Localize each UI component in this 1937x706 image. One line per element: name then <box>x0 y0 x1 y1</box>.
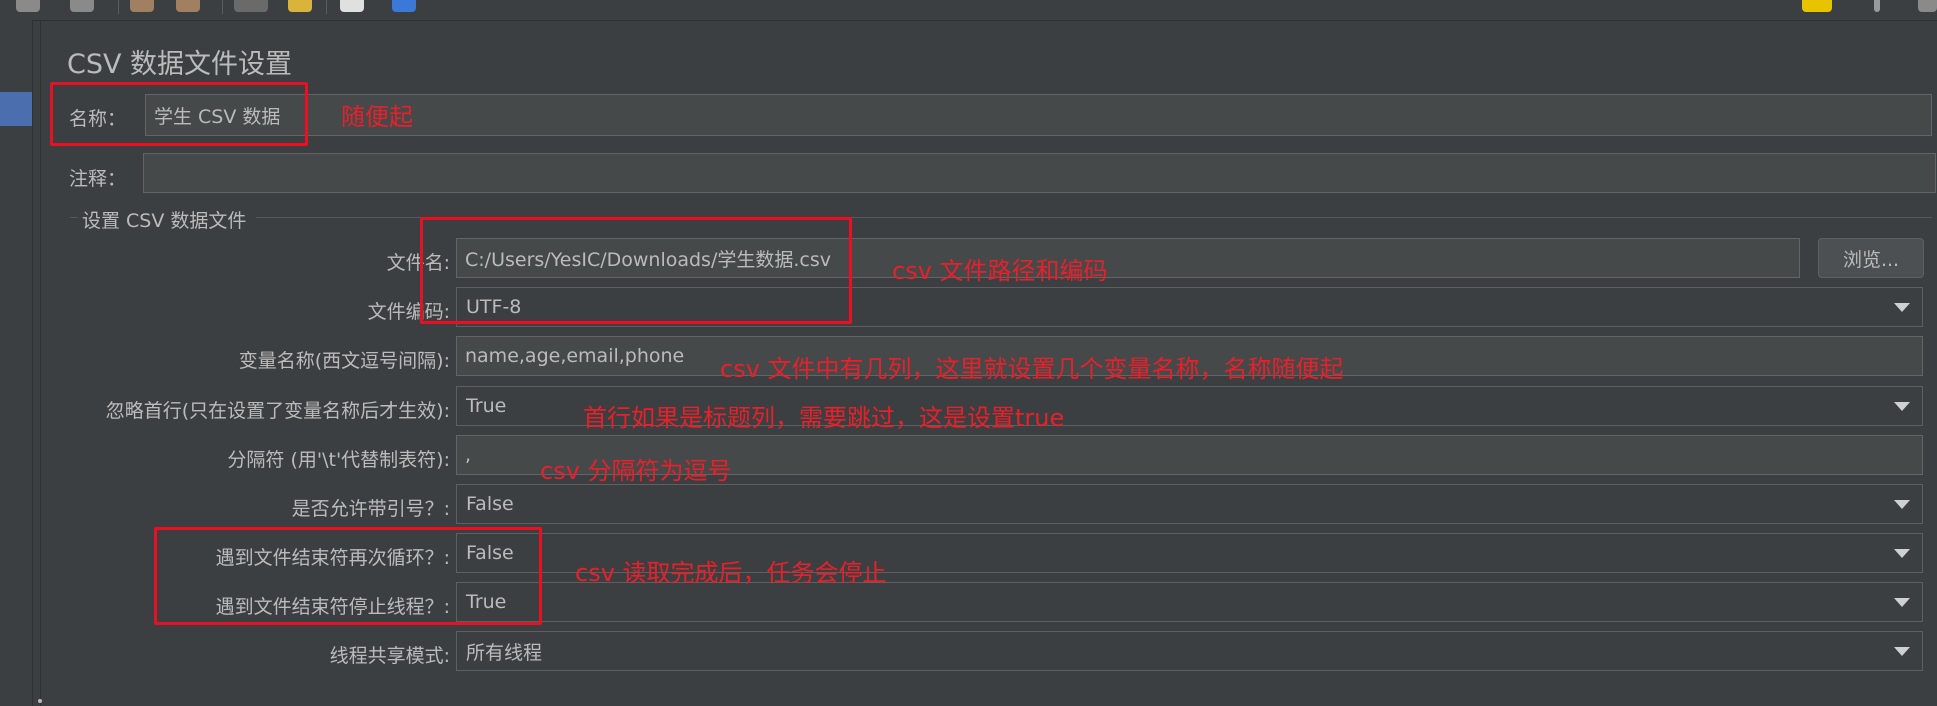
allow-quoted-label: 是否允许带引号？: <box>291 498 450 520</box>
toolbar-separator <box>222 0 223 14</box>
group-title: 设置 CSV 数据文件 <box>82 210 247 232</box>
chevron-down-icon[interactable] <box>1894 500 1910 509</box>
allow-quoted-combo[interactable]: False <box>456 484 1923 524</box>
stop-thread-on-eof-combo[interactable]: True <box>456 582 1923 622</box>
filename-label: 文件名: <box>386 252 450 274</box>
warning-icon[interactable] <box>1802 0 1832 12</box>
resize-handle[interactable] <box>38 699 42 703</box>
annotation-ignore-note: 首行如果是标题列，需要跳过，这是设置true <box>583 404 1065 432</box>
annotation-name-note: 随便起 <box>341 103 413 131</box>
search-icon[interactable] <box>234 0 268 12</box>
annotation-box-eof <box>154 527 542 625</box>
clear-icon[interactable] <box>130 0 154 12</box>
variable-names-label: 变量名称(西文逗号间隔): <box>238 350 450 372</box>
annotation-box-name <box>50 82 308 146</box>
selected-tree-node[interactable] <box>0 92 32 126</box>
error-count-icon <box>1874 0 1880 12</box>
ignore-first-line-value: True <box>466 395 507 417</box>
chevron-down-icon[interactable] <box>1894 402 1910 411</box>
annotation-delimiter-note: csv 分隔符为逗号 <box>540 457 732 485</box>
chevron-down-icon[interactable] <box>1894 549 1910 558</box>
clear-all-icon[interactable] <box>176 0 200 12</box>
ignore-first-line-label: 忽略首行(只在设置了变量名称后才生效): <box>105 400 450 422</box>
annotation-vars-note: csv 文件中有几列，这里就设置几个变量名称，名称随便起 <box>720 355 1344 383</box>
encoding-label: 文件编码: <box>367 301 450 323</box>
chevron-down-icon[interactable] <box>1894 598 1910 607</box>
allow-quoted-value: False <box>466 493 514 515</box>
sharing-mode-label: 线程共享模式: <box>329 645 450 667</box>
shutdown-icon[interactable] <box>70 0 94 12</box>
delimiter-label: 分隔符 (用'\t'代替制表符): <box>227 449 450 471</box>
chevron-down-icon[interactable] <box>1894 303 1910 312</box>
annotation-box-file <box>420 217 852 324</box>
reset-search-icon[interactable] <box>288 0 312 12</box>
comment-field[interactable] <box>143 153 1936 193</box>
toolbar-separator <box>118 0 119 14</box>
annotation-file-note: csv 文件路径和编码 <box>892 257 1108 285</box>
comment-label: 注释： <box>69 168 127 190</box>
help-icon[interactable] <box>392 0 416 12</box>
stop-icon[interactable] <box>16 0 40 12</box>
chevron-down-icon[interactable] <box>1894 647 1910 656</box>
top-toolbar <box>0 0 1937 21</box>
function-helper-icon[interactable] <box>340 0 364 12</box>
toolbar-separator <box>326 0 327 14</box>
annotation-eof-note: csv 读取完成后，任务会停止 <box>575 559 887 587</box>
name-field[interactable]: 学生 CSV 数据 <box>145 94 1932 136</box>
sharing-mode-combo[interactable]: 所有线程 <box>456 631 1923 671</box>
browse-button[interactable]: 浏览... <box>1818 238 1924 278</box>
remote-status-icon[interactable] <box>1918 0 1937 12</box>
group-border <box>70 217 78 218</box>
sharing-mode-value: 所有线程 <box>466 641 543 664</box>
page-title: CSV 数据文件设置 <box>67 49 293 80</box>
